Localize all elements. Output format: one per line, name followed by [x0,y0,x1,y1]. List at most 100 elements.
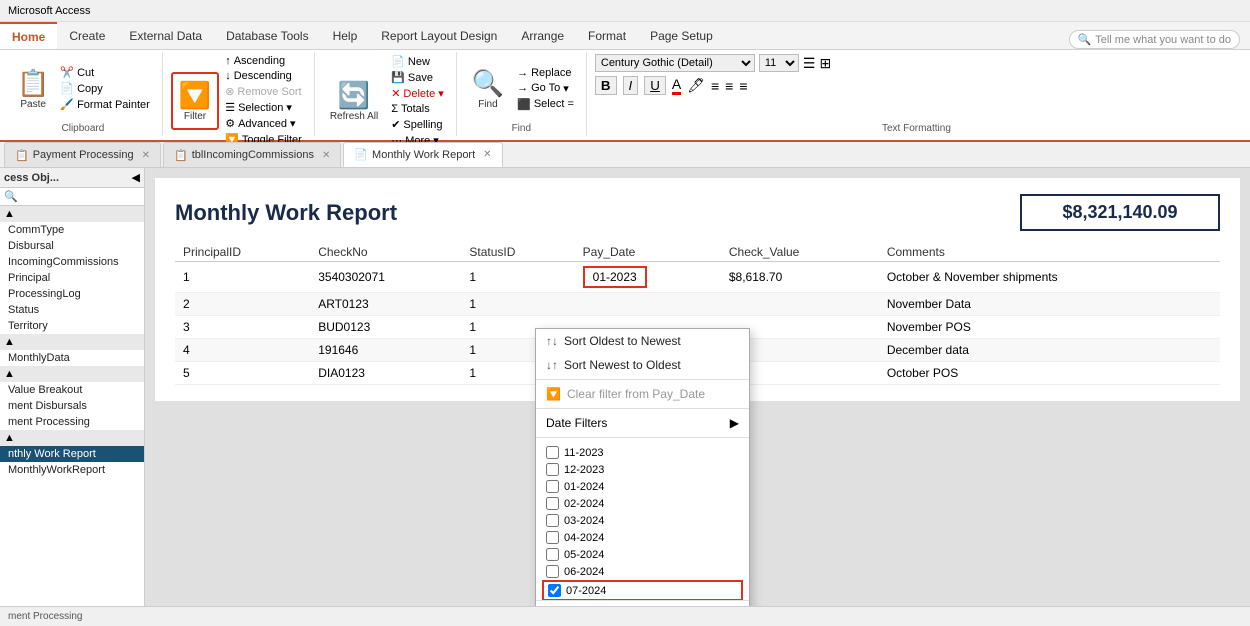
advanced-button[interactable]: ⚙ Advanced ▾ [221,116,306,131]
sidebar-reports-header[interactable]: ▲ [0,366,144,382]
delete-button[interactable]: ✕ Delete ▾ [387,86,448,101]
new-button[interactable]: 📄 New [387,54,448,69]
copy-button[interactable]: 📄 Copy [56,81,153,96]
app-title: Microsoft Access [8,5,91,17]
sidebar-item-monthly-work-report[interactable]: nthly Work Report [0,446,144,462]
align-left-icon: ≡ [711,78,719,94]
sort-oldest-button[interactable]: ↑↓ Sort Oldest to Newest [536,329,749,353]
selection-button[interactable]: ☰ Selection ▾ [221,100,306,115]
font-dropdown[interactable]: Century Gothic (Detail) [595,54,755,72]
tab-create[interactable]: Create [57,22,117,49]
checkbox-03-2024[interactable] [546,514,559,527]
tab-incoming-commissions[interactable]: 📋 tblIncomingCommissions ✕ [163,142,341,167]
sidebar-header: cess Obj... ◀ [0,168,144,188]
spelling-button[interactable]: ✔ Spelling [387,117,448,132]
search-icon: 🔍 [1078,33,1092,46]
date-filters-submenu[interactable]: Date Filters ▶ [536,411,749,435]
sort-desc-icon: ↓↑ [546,358,558,372]
sidebar-queries-header[interactable]: ▲ [0,334,144,350]
format-painter-button[interactable]: 🖌️ Format Painter [56,97,153,112]
filter-check-01-2024[interactable]: 01-2024 [542,478,743,495]
sidebar-item-monthlyworkreport[interactable]: MonthlyWorkReport [0,462,144,478]
checkbox-04-2024[interactable] [546,531,559,544]
checkbox-11-2023[interactable] [546,446,559,459]
list-icon: ☰ [803,55,816,72]
select-button[interactable]: ⬛ Select = [513,97,578,112]
ascending-button[interactable]: ↑ Ascending [221,54,306,68]
sidebar-collapse-icon[interactable]: ◀ [132,171,140,184]
ribbon-body: 📋 Paste ✂️ Cut 📄 Copy 🖌️ Format Painter [0,50,1250,140]
cell-paydate-1: 01-2023 [575,262,721,293]
cut-button[interactable]: ✂️ Cut [56,65,153,80]
filter-check-07-2024[interactable]: 07-2024 [542,580,743,600]
sidebar-item-disbursal[interactable]: Disbursal [0,238,144,254]
remove-sort-button[interactable]: ⊗ Remove Sort [221,84,306,99]
sidebar-item-incoming[interactable]: IncomingCommissions [0,254,144,270]
remove-sort-icon: ⊗ [225,85,234,98]
sidebar-forms-header[interactable]: ▲ [0,430,144,446]
sidebar-item-status[interactable]: Status [0,302,144,318]
tab-database-tools[interactable]: Database Tools [214,22,321,49]
descending-button[interactable]: ↓ Descending [221,69,306,83]
checkbox-07-2024[interactable] [548,584,561,597]
checkbox-05-2024[interactable] [546,548,559,561]
tab-help[interactable]: Help [321,22,370,49]
tab-home[interactable]: Home [0,22,57,49]
sidebar-item-territory[interactable]: Territory [0,318,144,334]
replace-button[interactable]: → Replace [513,66,578,80]
checkbox-02-2024[interactable] [546,497,559,510]
paste-button[interactable]: 📋 Paste [12,60,54,118]
tab-monthly-report[interactable]: 📄 Monthly Work Report ✕ [343,142,502,167]
checkbox-01-2024[interactable] [546,480,559,493]
cut-icon: ✂️ [60,66,74,79]
sidebar-item-monthlydata[interactable]: MonthlyData [0,350,144,366]
filter-dropdown: ↑↓ Sort Oldest to Newest ↓↑ Sort Newest … [535,328,750,606]
tab-monthly-close[interactable]: ✕ [483,149,491,160]
find-button[interactable]: 🔍 Find [465,60,511,118]
filter-check-02-2024[interactable]: 02-2024 [542,495,743,512]
tab-external-data[interactable]: External Data [117,22,214,49]
tab-incoming-close[interactable]: ✕ [322,150,330,161]
cell-principal-3: 3 [175,316,310,339]
save-button[interactable]: 💾 Save [387,70,448,85]
filter-button[interactable]: 🔽 Filter [171,72,219,130]
goto-button[interactable]: → Go To ▾ [513,81,578,96]
bold-button[interactable]: B [595,76,617,95]
status-bar: ment Processing [0,606,1250,626]
filter-action-buttons: OK Cancel [536,600,749,606]
filter-check-03-2024[interactable]: 03-2024 [542,512,743,529]
filter-check-04-2024[interactable]: 04-2024 [542,529,743,546]
tab-arrange[interactable]: Arrange [509,22,576,49]
sidebar-item-value-breakout[interactable]: Value Breakout [0,382,144,398]
report-content: Monthly Work Report $8,321,140.09 Princi… [145,168,1250,606]
cell-status-1: 1 [461,262,574,293]
tab-page-setup[interactable]: Page Setup [638,22,725,49]
cell-comments-3: November POS [879,316,1220,339]
sort-newest-label: Sort Newest to Oldest [564,358,681,372]
underline-button[interactable]: U [644,76,666,95]
italic-button[interactable]: I [623,76,639,95]
sidebar-item-processinglog[interactable]: ProcessingLog [0,286,144,302]
clear-filter-button[interactable]: 🔽 Clear filter from Pay_Date [536,382,749,406]
filter-check-05-2024[interactable]: 05-2024 [542,546,743,563]
font-size-dropdown[interactable]: 11 [759,54,799,72]
sidebar-item-commtype[interactable]: CommType [0,222,144,238]
tab-format[interactable]: Format [576,22,638,49]
sort-newest-button[interactable]: ↓↑ Sort Newest to Oldest [536,353,749,377]
sidebar-item-principal[interactable]: Principal [0,270,144,286]
checkbox-12-2023[interactable] [546,463,559,476]
refresh-button[interactable]: 🔄 Refresh All [323,72,385,130]
sidebar-item-ment-disbursals[interactable]: ment Disbursals [0,398,144,414]
checkbox-06-2024[interactable] [546,565,559,578]
tab-report-layout[interactable]: Report Layout Design [369,22,509,49]
tab-payment-processing[interactable]: 📋 Payment Processing ✕ [4,142,161,167]
filter-check-12-2023[interactable]: 12-2023 [542,461,743,478]
filter-check-11-2023[interactable]: 11-2023 [542,444,743,461]
tab-payment-close[interactable]: ✕ [142,150,150,161]
totals-button[interactable]: Σ Totals [387,102,448,116]
sidebar-item-ment-processing[interactable]: ment Processing [0,414,144,430]
sidebar-tables-header[interactable]: ▲ [0,206,144,222]
filter-check-06-2024[interactable]: 06-2024 [542,563,743,580]
list2-icon: ⊞ [819,55,831,72]
ribbon-search-box[interactable]: 🔍 Tell me what you want to do [1069,30,1240,49]
